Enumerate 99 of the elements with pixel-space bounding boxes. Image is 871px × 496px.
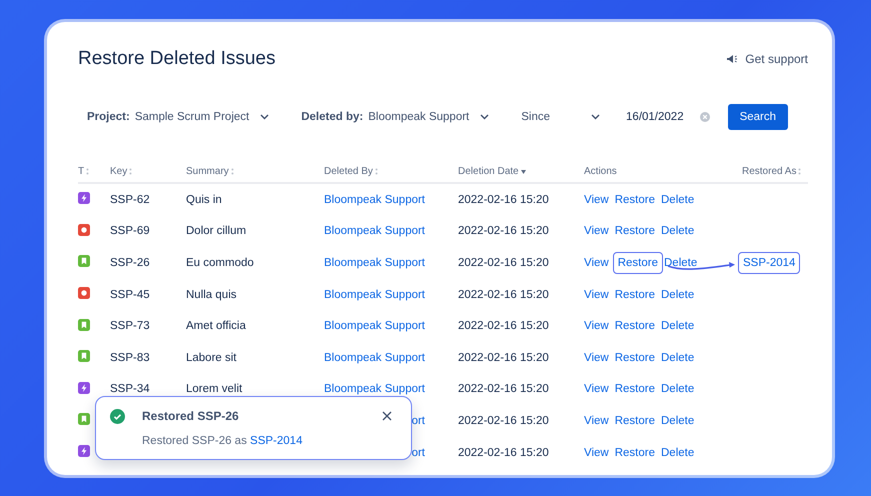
chevron-down-icon bbox=[480, 114, 490, 120]
lightning-icon bbox=[78, 445, 90, 458]
issue-summary: Dolor cillum bbox=[186, 225, 248, 238]
action-link[interactable]: View bbox=[584, 320, 609, 332]
issue-key: SSP-62 bbox=[110, 194, 186, 206]
action-link[interactable]: Delete bbox=[661, 194, 694, 206]
clear-icon[interactable] bbox=[700, 112, 710, 122]
user-link[interactable]: Bloompeak Support bbox=[324, 256, 426, 269]
user-link[interactable]: ort bbox=[412, 414, 425, 427]
issue-summary: Quis in bbox=[186, 194, 223, 206]
deletion-date: 2022-02-16 15:20 bbox=[458, 383, 550, 396]
action-link[interactable]: View bbox=[584, 288, 609, 301]
toast-title: Restored SSP-26 bbox=[142, 409, 239, 423]
bookmark-icon bbox=[78, 255, 90, 268]
column-header: Actions bbox=[584, 166, 618, 177]
sort-icon[interactable] bbox=[129, 168, 132, 175]
filter-select[interactable]: Deleted by: Bloompeak Support bbox=[301, 111, 490, 123]
deletion-date: 2022-02-16 15:20 bbox=[458, 225, 550, 238]
deletion-date: 2022-02-16 15:20 bbox=[458, 320, 550, 332]
search-button[interactable]: Search bbox=[728, 104, 788, 130]
issue-summary: Labore sit bbox=[186, 352, 238, 364]
close-button[interactable] bbox=[381, 409, 393, 421]
action-link[interactable]: View bbox=[584, 352, 609, 364]
user-link[interactable]: Bloompeak Support bbox=[324, 352, 426, 364]
chevron-down-icon bbox=[260, 114, 270, 120]
issue-key: SSP-73 bbox=[110, 320, 186, 332]
issue-summary: Eu commodo bbox=[186, 256, 255, 269]
get-support-link[interactable]: Get support bbox=[726, 52, 808, 66]
action-link[interactable]: Delete bbox=[661, 225, 694, 238]
action-link[interactable]: View bbox=[584, 414, 609, 427]
action-link[interactable]: Restore bbox=[614, 194, 655, 206]
column-header[interactable]: T bbox=[78, 166, 110, 177]
deletion-date: 2022-02-16 15:20 bbox=[458, 288, 550, 301]
page-title: Restore Deleted Issues bbox=[78, 48, 276, 70]
chevron-down-icon bbox=[591, 114, 600, 120]
success-icon bbox=[110, 409, 125, 424]
action-link[interactable]: Delete bbox=[661, 352, 694, 364]
bug-icon bbox=[78, 287, 90, 300]
user-link[interactable]: Bloompeak Support bbox=[324, 383, 426, 396]
action-link[interactable]: Restore bbox=[614, 288, 655, 301]
user-link[interactable]: Bloompeak Support bbox=[324, 225, 426, 238]
column-header[interactable]: Key bbox=[110, 166, 186, 177]
user-link[interactable]: Bloompeak Support bbox=[324, 288, 426, 301]
column-header[interactable]: Summary bbox=[186, 166, 324, 177]
issue-key: SSP-26 bbox=[110, 256, 186, 269]
sort-icon[interactable] bbox=[798, 168, 802, 175]
bug-icon bbox=[78, 224, 90, 236]
filter-select[interactable]: Project: Sample Scrum Project bbox=[87, 111, 270, 123]
toast-message: Restored SSP-26 as SSP-2014 bbox=[142, 435, 304, 447]
action-link[interactable]: Delete bbox=[661, 383, 694, 396]
user-link[interactable]: Bloompeak Support bbox=[324, 320, 426, 332]
deletion-date: 2022-02-16 15:20 bbox=[458, 256, 550, 269]
action-link[interactable]: Delete bbox=[661, 288, 694, 301]
lightning-icon bbox=[78, 382, 90, 394]
column-header[interactable]: Restored As bbox=[742, 166, 808, 177]
issue-key: SSP-83 bbox=[110, 352, 186, 364]
column-header[interactable]: Deletion Date bbox=[458, 166, 584, 177]
action-link[interactable]: View bbox=[584, 225, 609, 238]
action-link[interactable]: View bbox=[584, 383, 609, 396]
issue-summary: Lorem velit bbox=[186, 383, 244, 396]
issue-key: SSP-69 bbox=[110, 225, 186, 238]
sort-icon[interactable] bbox=[86, 168, 90, 175]
deletion-date: 2022-02-16 15:20 bbox=[458, 446, 550, 459]
deletion-date: 2022-02-16 15:20 bbox=[458, 414, 550, 427]
action-link[interactable]: Delete bbox=[661, 446, 694, 459]
issue-key: SSP-34 bbox=[110, 383, 186, 396]
user-link[interactable]: ort bbox=[412, 446, 425, 459]
restored-issue-link[interactable]: SSP-2014 bbox=[738, 252, 800, 274]
action-link[interactable]: Restore bbox=[614, 383, 655, 396]
restored-issue-link[interactable]: SSP-2014 bbox=[250, 435, 302, 447]
date-field[interactable]: 16/01/2022 bbox=[626, 111, 710, 123]
action-link[interactable]: Delete bbox=[661, 414, 694, 427]
deletion-date: 2022-02-16 15:20 bbox=[458, 352, 550, 364]
action-link[interactable]: View bbox=[584, 256, 609, 269]
action-link[interactable]: Delete bbox=[661, 320, 694, 332]
action-link[interactable]: Restore bbox=[612, 252, 663, 274]
column-header[interactable]: Deleted By bbox=[324, 166, 458, 177]
action-link[interactable]: Restore bbox=[614, 320, 655, 332]
issue-key: SSP-45 bbox=[110, 288, 186, 301]
megaphone-icon bbox=[726, 54, 738, 64]
filter-select[interactable]: Since bbox=[521, 111, 600, 123]
user-link[interactable]: Bloompeak Support bbox=[324, 194, 426, 206]
issue-summary: Amet officia bbox=[186, 320, 247, 332]
action-link[interactable]: Restore bbox=[614, 225, 655, 238]
sort-icon[interactable] bbox=[374, 168, 378, 175]
action-link[interactable]: View bbox=[584, 194, 609, 206]
sort-descending-icon[interactable] bbox=[520, 170, 526, 174]
action-link[interactable]: Delete bbox=[664, 256, 698, 269]
deletion-date: 2022-02-16 15:20 bbox=[458, 194, 550, 206]
bookmark-icon bbox=[78, 318, 90, 331]
issue-summary: Nulla quis bbox=[186, 288, 238, 301]
bookmark-icon bbox=[78, 413, 90, 426]
sort-icon[interactable] bbox=[230, 168, 234, 175]
lightning-icon bbox=[78, 192, 90, 204]
action-link[interactable]: Restore bbox=[614, 352, 655, 364]
bookmark-icon bbox=[78, 350, 90, 362]
action-link[interactable]: Restore bbox=[614, 446, 655, 459]
action-link[interactable]: Restore bbox=[614, 414, 655, 427]
action-link[interactable]: View bbox=[584, 446, 609, 459]
